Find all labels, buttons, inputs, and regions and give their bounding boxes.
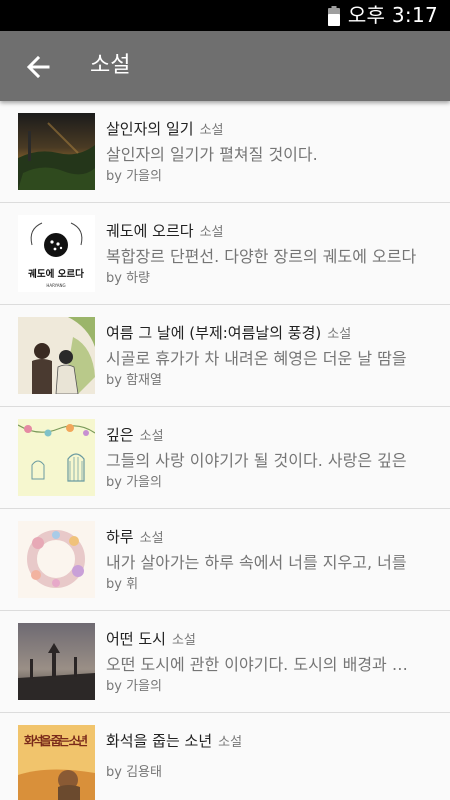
item-category: 소설 [199, 123, 224, 138]
book-cover-thumbnail [18, 113, 95, 190]
book-cover-thumbnail [18, 317, 95, 394]
item-title: 깊은 [106, 426, 134, 444]
item-title: 어떤 도시 [106, 630, 166, 648]
item-description: 살인자의 일기가 펼쳐질 것이다. [106, 145, 318, 164]
book-cover-thumbnail: 궤도에 오르다 HARYANG [18, 215, 95, 292]
svg-text:화석을 줍는 소년: 화석을 줍는 소년 [24, 733, 88, 748]
item-title: 궤도에 오르다 [106, 222, 194, 240]
list-item[interactable]: 깊은 소설 그들의 사랑 이야기가 될 것이다. 사랑은 깊은 by 가을의 [0, 407, 450, 509]
item-description: 내가 살아가는 하루 속에서 너를 지우고, 너를 [106, 553, 407, 572]
arrow-back-icon[interactable] [24, 52, 54, 82]
item-category: 소설 [327, 327, 352, 342]
item-author: by 휘 [106, 577, 139, 592]
item-category: 소설 [139, 429, 164, 444]
list-item[interactable]: 여름 그 날에 (부제:여름날의 풍경) 소설 시골로 휴가가 차 내려온 혜영은… [0, 305, 450, 407]
item-author: by 가을의 [106, 169, 162, 184]
book-cover-thumbnail [18, 419, 95, 496]
item-title: 살인자의 일기 [106, 120, 194, 138]
item-author: by 하량 [106, 271, 150, 286]
item-title: 화석을 줍는 소년 [106, 732, 213, 750]
list-item[interactable]: 어떤 도시 소설 오떤 도시에 관한 이야기다. 도시의 배경과 사람 by 가을… [0, 611, 450, 713]
book-cover-thumbnail [18, 521, 95, 598]
item-category: 소설 [218, 735, 243, 750]
list-item[interactable]: 하루 소설 내가 살아가는 하루 속에서 너를 지우고, 너를 by 휘 [0, 509, 450, 611]
status-bar: 오후 3:17 [0, 0, 450, 31]
novel-list[interactable]: 살인자의 일기 소설 살인자의 일기가 펼쳐질 것이다. by 가을의 궤도에 오… [0, 101, 450, 800]
item-author: by 가을의 [106, 475, 162, 490]
battery-icon [328, 6, 340, 26]
list-item[interactable]: 화석을 줍는 소년 화석을 줍는 소년 소설 by 김용태 [0, 713, 450, 800]
item-author: by 김용태 [106, 765, 162, 780]
book-cover-thumbnail [18, 623, 95, 700]
item-category: 소설 [139, 531, 164, 546]
page-title: 소설 [90, 53, 131, 78]
list-item[interactable]: 살인자의 일기 소설 살인자의 일기가 펼쳐질 것이다. by 가을의 [0, 101, 450, 203]
status-time: 오후 3:17 [347, 3, 438, 27]
book-cover-thumbnail: 화석을 줍는 소년 [18, 725, 95, 800]
item-category: 소설 [171, 633, 196, 648]
svg-text:궤도에 오르다: 궤도에 오르다 [28, 268, 84, 280]
list-item[interactable]: 궤도에 오르다 HARYANG 궤도에 오르다 소설 복합장르 단편선. 다양한 … [0, 203, 450, 305]
item-title: 하루 [106, 528, 134, 546]
item-description: 그들의 사랑 이야기가 될 것이다. 사랑은 깊은 [106, 451, 407, 470]
item-category: 소설 [199, 225, 224, 240]
item-description: 오떤 도시에 관한 이야기다. 도시의 배경과 사람 [106, 655, 418, 674]
item-author: by 가을의 [106, 679, 162, 694]
svg-text:HARYANG: HARYANG [46, 283, 65, 288]
item-description: 시골로 휴가가 차 내려온 혜영은 더운 날 땀을 [106, 349, 407, 368]
item-author: by 함재열 [106, 373, 162, 388]
item-title: 여름 그 날에 (부제:여름날의 풍경) [106, 324, 322, 342]
app-bar: 소설 [0, 31, 450, 101]
item-description: 복합장르 단편선. 다양한 장르의 궤도에 오르다 [106, 247, 417, 266]
